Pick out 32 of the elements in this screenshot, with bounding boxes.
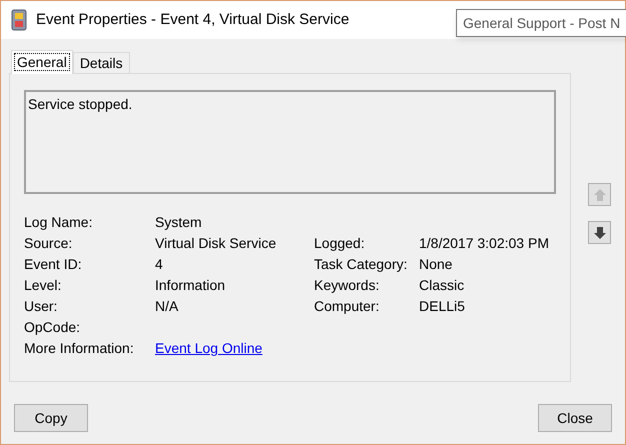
description-box: Service stopped. [24, 90, 556, 194]
up-arrow-icon [592, 188, 606, 202]
field-value: N/A [155, 297, 180, 316]
tab[interactable]: General [11, 50, 73, 74]
field-value: Classic [419, 276, 466, 295]
field-label: User: [24, 297, 58, 316]
window-title: Event Properties - Event 4, Virtual Disk Service [36, 10, 350, 30]
dialog-button[interactable]: Close [538, 404, 612, 432]
field-value: 4 [155, 255, 164, 274]
field-label: Task Category: [314, 255, 408, 274]
field-label: Logged: [314, 234, 366, 253]
tooltip: General Support - Post N [456, 9, 626, 37]
field-label: Log Name: [24, 213, 94, 232]
field-value: System [155, 213, 203, 232]
field-value: DELLi5 [419, 297, 466, 316]
next-button[interactable] [588, 221, 611, 244]
down-arrow-icon [592, 226, 606, 240]
link[interactable]: Event Log Online [155, 338, 262, 359]
field-value: 1/8/2017 3:02:03 PM [419, 234, 550, 253]
field-label: Keywords: [314, 276, 380, 295]
field-label: Level: [24, 276, 62, 295]
field-label: Event ID: [24, 255, 83, 274]
field-label: More Information: [24, 339, 135, 358]
field-label: OpCode: [24, 318, 82, 337]
dialog-button[interactable]: Copy [14, 404, 88, 432]
field-label: Computer: [314, 297, 380, 316]
field-value: Information [155, 276, 226, 295]
field-label: Source: [24, 234, 74, 253]
event-viewer-icon [11, 9, 27, 31]
field-value: None [419, 255, 454, 274]
field-value: Virtual Disk Service [155, 234, 278, 253]
tab[interactable]: Details [72, 52, 130, 73]
